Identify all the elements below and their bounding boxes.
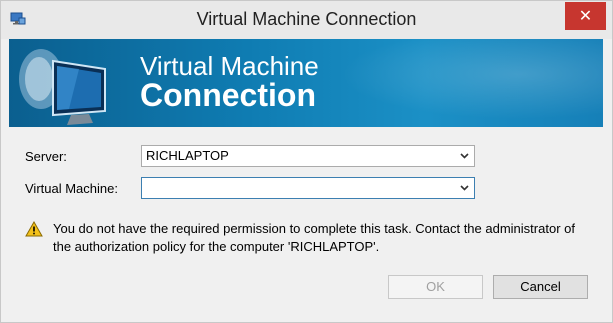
banner-title-line2: Connection: [140, 77, 316, 113]
window-title: Virtual Machine Connection: [196, 9, 417, 29]
cancel-button[interactable]: Cancel: [493, 275, 588, 299]
banner-shine: [309, 39, 603, 127]
virtual-machine-dropdown[interactable]: [141, 177, 475, 199]
warning-icon: [25, 221, 43, 237]
server-value: RICHLAPTOP: [146, 148, 229, 163]
vm-connection-icon: [19, 49, 106, 125]
title-bar[interactable]: Virtual Machine Connection ✕: [1, 1, 612, 39]
permission-warning-text: You do not have the required permission …: [53, 221, 575, 254]
chevron-down-icon: [460, 185, 469, 191]
ok-button[interactable]: OK: [388, 275, 483, 299]
virtual-machine-label: Virtual Machine:: [25, 181, 118, 196]
server-label: Server:: [25, 149, 67, 164]
dialog-window: Virtual Machine Connection ✕ Virtual Mac…: [0, 0, 613, 323]
header-banner: Virtual Machine Connection: [9, 39, 603, 127]
close-button[interactable]: ✕: [565, 2, 606, 30]
server-dropdown[interactable]: RICHLAPTOP: [141, 145, 475, 167]
chevron-down-icon: [460, 153, 469, 159]
